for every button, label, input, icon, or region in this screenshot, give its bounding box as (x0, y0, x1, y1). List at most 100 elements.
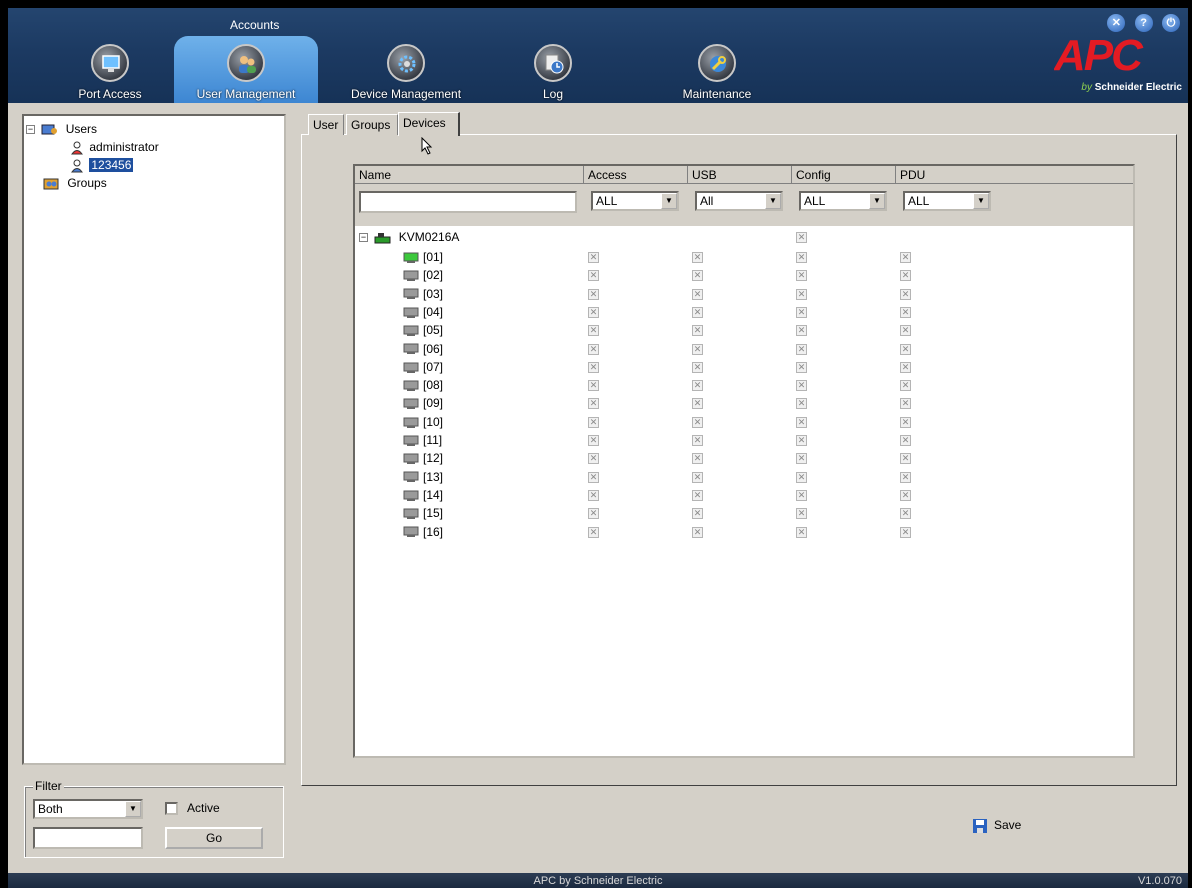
pdu-permission-checkbox[interactable]: ✕ (900, 416, 911, 428)
access-permission-checkbox[interactable]: ✕ (588, 306, 599, 318)
save-button[interactable]: Save (972, 815, 1021, 835)
tree-node-user-selected[interactable]: 123456 (68, 156, 134, 174)
usb-permission-checkbox[interactable]: ✕ (692, 270, 703, 282)
tree-node-users[interactable]: − Users (26, 120, 97, 138)
config-permission-checkbox[interactable]: ✕ (796, 398, 807, 410)
column-header-usb[interactable]: USB (688, 166, 792, 184)
tree-node-user[interactable]: administrator (68, 138, 159, 156)
access-permission-checkbox[interactable]: ✕ (588, 416, 599, 428)
config-permission-checkbox[interactable]: ✕ (796, 508, 807, 520)
table-row[interactable]: [07] (399, 358, 443, 376)
pdu-permission-checkbox[interactable]: ✕ (900, 325, 911, 337)
usb-permission-checkbox[interactable]: ✕ (692, 435, 703, 446)
chevron-down-icon[interactable]: ▼ (869, 193, 885, 209)
access-permission-checkbox[interactable]: ✕ (588, 380, 599, 392)
usb-permission-checkbox[interactable]: ✕ (692, 288, 703, 300)
column-header-pdu[interactable]: PDU (896, 166, 1133, 184)
pdu-permission-checkbox[interactable]: ✕ (900, 361, 911, 373)
table-row[interactable]: [05] (399, 321, 443, 339)
usb-permission-checkbox[interactable]: ✕ (692, 526, 703, 538)
access-permission-checkbox[interactable]: ✕ (588, 526, 599, 538)
pdu-permission-checkbox[interactable]: ✕ (900, 288, 911, 300)
usb-permission-checkbox[interactable]: ✕ (692, 453, 703, 465)
config-permission-checkbox[interactable]: ✕ (796, 288, 807, 300)
access-permission-checkbox[interactable]: ✕ (588, 361, 599, 373)
column-header-access[interactable]: Access (584, 166, 688, 184)
pdu-permission-checkbox[interactable]: ✕ (900, 471, 911, 483)
logout-icon[interactable]: ⏻ (1162, 14, 1180, 32)
access-permission-checkbox[interactable]: ✕ (588, 398, 599, 410)
table-row[interactable]: [01] (399, 248, 443, 266)
config-permission-checkbox[interactable]: ✕ (796, 325, 807, 337)
nav-tab-port-access[interactable]: Port Access (48, 36, 172, 103)
table-row[interactable]: [06] (399, 340, 443, 358)
access-permission-checkbox[interactable]: ✕ (588, 270, 599, 282)
pdu-permission-checkbox[interactable]: ✕ (900, 526, 911, 538)
access-permission-checkbox[interactable]: ✕ (588, 508, 599, 520)
pdu-permission-checkbox[interactable]: ✕ (900, 398, 911, 410)
chevron-down-icon[interactable]: ▼ (765, 193, 781, 209)
usb-permission-checkbox[interactable]: ✕ (692, 489, 703, 501)
config-permission-checkbox[interactable]: ✕ (796, 270, 807, 282)
pdu-permission-checkbox[interactable]: ✕ (900, 489, 911, 501)
filter-search-input[interactable] (33, 827, 143, 849)
access-permission-checkbox[interactable]: ✕ (588, 288, 599, 300)
pdu-permission-checkbox[interactable]: ✕ (900, 435, 911, 446)
config-permission-checkbox[interactable]: ✕ (796, 306, 807, 318)
column-header-config[interactable]: Config (792, 166, 896, 184)
usb-permission-checkbox[interactable]: ✕ (692, 361, 703, 373)
pdu-permission-checkbox[interactable]: ✕ (900, 343, 911, 355)
device-root-row[interactable]: − KVM0216A (359, 228, 459, 246)
table-row[interactable]: [09] (399, 394, 443, 412)
pdu-permission-checkbox[interactable]: ✕ (900, 306, 911, 318)
usb-filter-select[interactable]: All ▼ (695, 191, 783, 211)
collapse-icon[interactable]: − (359, 233, 368, 243)
access-permission-checkbox[interactable]: ✕ (588, 471, 599, 483)
config-permission-checkbox[interactable]: ✕ (796, 453, 807, 465)
nav-tab-user-management[interactable]: User Management (174, 36, 318, 103)
help-icon[interactable]: ? (1134, 14, 1153, 32)
collapse-icon[interactable]: − (26, 125, 35, 135)
tab-user[interactable]: User (308, 114, 344, 135)
pdu-permission-checkbox[interactable]: ✕ (900, 252, 911, 263)
table-row[interactable]: [15] (399, 504, 443, 522)
usb-permission-checkbox[interactable]: ✕ (692, 471, 703, 483)
nav-tab-device-management[interactable]: Device Management (338, 36, 474, 103)
table-row[interactable]: [08] (399, 376, 443, 394)
config-permission-checkbox[interactable]: ✕ (796, 471, 807, 483)
pdu-permission-checkbox[interactable]: ✕ (900, 453, 911, 465)
usb-permission-checkbox[interactable]: ✕ (692, 398, 703, 410)
name-filter-input[interactable] (359, 191, 577, 213)
usb-permission-checkbox[interactable]: ✕ (692, 325, 703, 337)
usb-permission-checkbox[interactable]: ✕ (692, 343, 703, 355)
pdu-permission-checkbox[interactable]: ✕ (900, 380, 911, 392)
usb-permission-checkbox[interactable]: ✕ (692, 508, 703, 520)
usb-permission-checkbox[interactable]: ✕ (692, 380, 703, 392)
access-permission-checkbox[interactable]: ✕ (588, 435, 599, 446)
tab-groups[interactable]: Groups (346, 114, 398, 135)
access-permission-checkbox[interactable]: ✕ (588, 453, 599, 465)
pdu-permission-checkbox[interactable]: ✕ (900, 508, 911, 520)
chevron-down-icon[interactable]: ▼ (973, 193, 989, 209)
access-filter-select[interactable]: ALL ▼ (591, 191, 679, 211)
usb-permission-checkbox[interactable]: ✕ (692, 416, 703, 428)
config-filter-select[interactable]: ALL ▼ (799, 191, 887, 211)
table-row[interactable]: [02] (399, 266, 443, 284)
table-row[interactable]: [14] (399, 486, 443, 504)
config-permission-checkbox[interactable]: ✕ (796, 435, 807, 446)
pdu-permission-checkbox[interactable]: ✕ (900, 270, 911, 282)
chevron-down-icon[interactable]: ▼ (125, 801, 141, 817)
config-permission-checkbox[interactable]: ✕ (796, 489, 807, 501)
nav-tab-log[interactable]: Log (508, 36, 598, 103)
access-permission-checkbox[interactable]: ✕ (588, 252, 599, 263)
access-permission-checkbox[interactable]: ✕ (588, 325, 599, 337)
nav-tab-maintenance[interactable]: Maintenance (662, 36, 772, 103)
tree-node-groups[interactable]: Groups (40, 174, 107, 192)
active-checkbox[interactable] (165, 802, 178, 815)
config-permission-checkbox[interactable]: ✕ (796, 416, 807, 428)
table-row[interactable]: [13] (399, 468, 443, 486)
table-row[interactable]: [12] (399, 449, 443, 467)
config-permission-checkbox[interactable]: ✕ (796, 526, 807, 538)
config-permission-checkbox[interactable]: ✕ (796, 252, 807, 263)
config-permission-checkbox[interactable]: ✕ (796, 343, 807, 355)
